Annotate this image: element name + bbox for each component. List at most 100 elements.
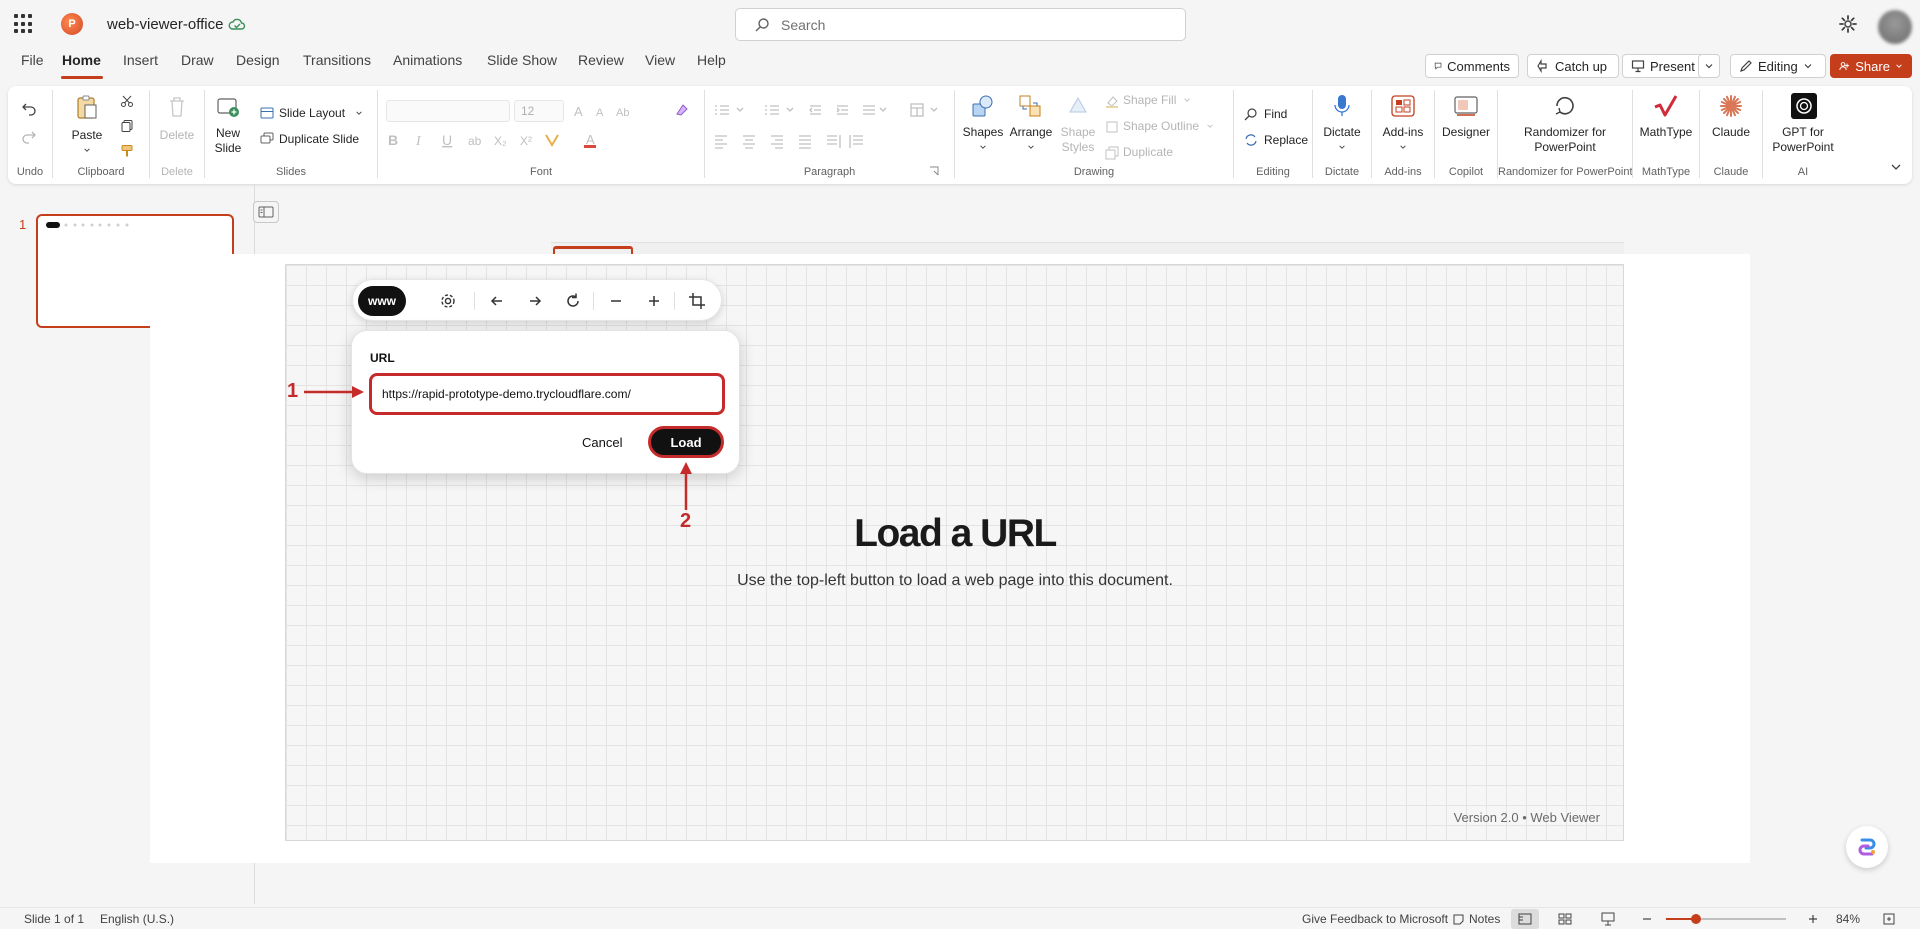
designer-button[interactable]: Designer — [1435, 125, 1497, 140]
undo-icon[interactable] — [21, 100, 37, 116]
replace-icon[interactable] — [1244, 133, 1258, 147]
duplicate-slide-icon[interactable] — [260, 132, 274, 145]
user-avatar[interactable] — [1878, 10, 1912, 44]
cancel-button[interactable]: Cancel — [574, 427, 630, 457]
comments-button[interactable]: Comments — [1425, 54, 1519, 78]
present-dropdown-button[interactable] — [1698, 54, 1720, 78]
format-painter-icon[interactable] — [120, 144, 134, 158]
clear-formatting-icon[interactable] — [674, 102, 690, 118]
chevron-down-icon[interactable] — [82, 146, 92, 154]
new-slide-button-line1[interactable]: New — [205, 126, 251, 141]
normal-view-button[interactable] — [1511, 909, 1539, 929]
arrange-button[interactable]: Arrange — [1003, 125, 1059, 140]
url-input[interactable] — [369, 373, 725, 415]
zoom-level[interactable]: 84% — [1836, 912, 1860, 926]
gpt-button-line2[interactable]: PowerPoint — [1763, 140, 1843, 155]
app-launcher-icon[interactable] — [14, 14, 34, 34]
chevron-down-icon[interactable] — [1206, 122, 1214, 130]
shape-styles-button-line2[interactable]: Styles — [1055, 140, 1101, 155]
back-arrow-icon[interactable] — [488, 292, 506, 310]
fit-to-window-icon[interactable] — [1882, 912, 1896, 926]
chevron-down-icon[interactable] — [1399, 143, 1407, 151]
feedback-link[interactable]: Give Feedback to Microsoft — [1302, 912, 1448, 926]
editing-mode-button[interactable]: Editing — [1730, 54, 1826, 78]
new-slide-button-line2[interactable]: Slide — [205, 141, 251, 156]
copilot-button[interactable] — [1846, 826, 1888, 868]
chevron-down-icon[interactable] — [355, 109, 363, 117]
arrange-icon[interactable] — [1018, 94, 1042, 118]
document-name[interactable]: web-viewer-office — [107, 16, 223, 33]
tab-file[interactable]: File — [21, 52, 44, 68]
forward-arrow-icon[interactable] — [526, 292, 544, 310]
paste-button[interactable]: Paste — [65, 128, 109, 143]
tab-review[interactable]: Review — [578, 52, 624, 68]
ribbon-collapse-chevron-icon[interactable] — [1890, 162, 1902, 172]
mathtype-icon[interactable] — [1653, 94, 1679, 118]
chevron-down-icon[interactable] — [1338, 143, 1346, 151]
randomizer-button-line2[interactable]: PowerPoint — [1498, 140, 1632, 155]
randomizer-button-line1[interactable]: Randomizer for — [1498, 125, 1632, 140]
notes-button[interactable]: Notes — [1469, 912, 1500, 926]
zoom-in-icon[interactable] — [1806, 912, 1820, 926]
gpt-icon[interactable] — [1791, 93, 1817, 119]
designer-icon[interactable] — [1454, 95, 1478, 117]
tab-help[interactable]: Help — [697, 52, 726, 68]
tab-home[interactable]: Home — [62, 52, 101, 68]
chevron-down-icon[interactable] — [1027, 143, 1035, 151]
shape-styles-button-line1[interactable]: Shape — [1055, 125, 1101, 140]
tab-design[interactable]: Design — [236, 52, 280, 68]
delete-button[interactable]: Delete — [150, 128, 204, 143]
shapes-button[interactable]: Shapes — [957, 125, 1009, 140]
cut-icon[interactable] — [120, 94, 134, 108]
language-indicator[interactable]: English (U.S.) — [100, 912, 174, 926]
font-style-icons[interactable]: B I U ab X₂ X² A — [386, 132, 626, 148]
duplicate-slide-button[interactable]: Duplicate Slide — [279, 132, 359, 147]
tab-animations[interactable]: Animations — [393, 52, 462, 68]
font-name-combobox[interactable] — [386, 100, 510, 122]
find-button[interactable]: Find — [1264, 107, 1287, 122]
slide-sorter-button[interactable] — [1551, 909, 1579, 929]
add-ins-button[interactable]: Add-ins — [1372, 125, 1434, 140]
copy-icon[interactable] — [120, 119, 134, 133]
settings-icon[interactable] — [439, 292, 457, 310]
chevron-down-icon[interactable] — [979, 143, 987, 151]
reading-view-button[interactable] — [1594, 909, 1622, 929]
alignment-icons[interactable] — [713, 133, 893, 149]
zoom-slider[interactable] — [1664, 911, 1788, 927]
shape-fill-button[interactable]: Shape Fill — [1123, 93, 1176, 108]
delete-icon[interactable] — [167, 96, 187, 118]
catch-up-button[interactable]: Catch up — [1527, 54, 1619, 78]
shape-outline-button[interactable]: Shape Outline — [1123, 119, 1199, 134]
mathtype-button[interactable]: MathType — [1633, 125, 1699, 140]
shapes-icon[interactable] — [971, 94, 995, 118]
reload-icon[interactable] — [564, 292, 582, 310]
search-box[interactable]: Search — [735, 8, 1186, 41]
load-button[interactable]: Load — [648, 426, 724, 458]
tab-insert[interactable]: Insert — [123, 52, 158, 68]
add-ins-icon[interactable] — [1391, 95, 1415, 117]
chevron-down-icon[interactable] — [1183, 96, 1191, 104]
zoom-in-icon[interactable] — [645, 292, 663, 310]
notes-icon[interactable] — [1452, 913, 1465, 926]
font-size-combobox[interactable]: 12 — [514, 100, 564, 122]
tab-view[interactable]: View — [645, 52, 675, 68]
duplicate-icon[interactable] — [1105, 146, 1119, 160]
shape-styles-icon[interactable] — [1066, 94, 1090, 118]
slides-pane-toggle-button[interactable] — [253, 201, 279, 223]
zoom-out-icon[interactable] — [607, 292, 625, 310]
new-slide-icon[interactable] — [216, 96, 240, 118]
www-button[interactable]: www — [358, 286, 406, 316]
gpt-button-line1[interactable]: GPT for — [1763, 125, 1843, 140]
crop-icon[interactable] — [688, 292, 706, 310]
shape-outline-icon[interactable] — [1105, 120, 1119, 134]
tab-transitions[interactable]: Transitions — [303, 52, 371, 68]
claude-icon[interactable] — [1719, 94, 1743, 118]
tab-draw[interactable]: Draw — [181, 52, 214, 68]
claude-button[interactable]: Claude — [1700, 125, 1762, 140]
font-size-grow-shrink-icons[interactable]: A A Ab — [574, 104, 634, 118]
slide-layout-button[interactable]: Slide Layout — [279, 106, 345, 121]
dictate-button[interactable]: Dictate — [1313, 125, 1371, 140]
settings-gear-icon[interactable] — [1838, 14, 1858, 34]
randomizer-icon[interactable] — [1553, 94, 1577, 118]
shape-fill-icon[interactable] — [1105, 94, 1119, 108]
